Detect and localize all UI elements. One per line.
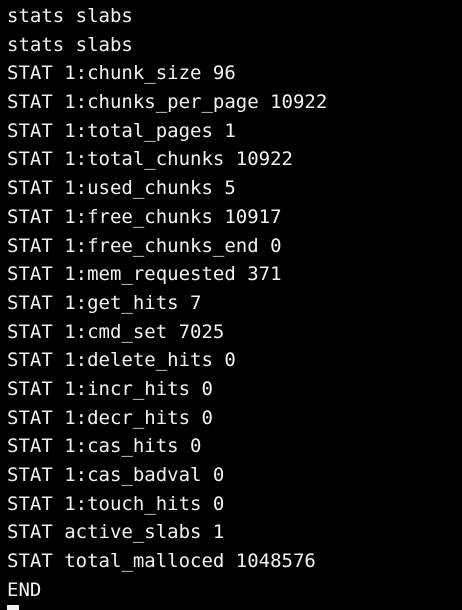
terminal-line: STAT 1:get_hits 7 xyxy=(7,291,202,314)
terminal-cursor[interactable] xyxy=(7,605,19,610)
terminal-line: stats slabs xyxy=(7,5,133,27)
terminal-line: STAT 1:cmd_set 7025 xyxy=(7,320,225,343)
terminal-line: STAT 1:total_chunks 10922 xyxy=(7,148,293,171)
terminal-line: STAT 1:cas_badval 0 xyxy=(7,464,225,486)
terminal-line: STAT active_slabs 1 xyxy=(7,521,225,544)
terminal-line: STAT 1:incr_hits 0 xyxy=(7,377,213,400)
terminal-line: STAT 1:delete_hits 0 xyxy=(7,349,236,372)
terminal-window[interactable]: stats slabs stats slabs STAT 1:chunk_siz… xyxy=(0,0,462,610)
terminal-output: stats slabs stats slabs STAT 1:chunk_siz… xyxy=(7,2,327,604)
terminal-line: STAT 1:touch_hits 0 xyxy=(7,492,225,515)
terminal-line: STAT 1:used_chunks 5 xyxy=(7,177,236,200)
terminal-line: STAT 1:cas_hits 0 xyxy=(7,435,202,458)
terminal-line: STAT 1:total_pages 1 xyxy=(7,119,236,142)
terminal-line: STAT total_malloced 1048576 xyxy=(7,550,316,573)
terminal-line: STAT 1:free_chunks 10917 xyxy=(7,205,282,228)
terminal-line: END xyxy=(7,578,42,601)
terminal-line: STAT 1:chunks_per_page 10922 xyxy=(7,91,328,114)
terminal-line: stats slabs xyxy=(7,33,133,56)
terminal-line: STAT 1:free_chunks_end 0 xyxy=(7,234,282,257)
terminal-line: STAT 1:decr_hits 0 xyxy=(7,406,213,429)
terminal-line: STAT 1:chunk_size 96 xyxy=(7,62,236,85)
terminal-line: STAT 1:mem_requested 371 xyxy=(7,263,282,286)
